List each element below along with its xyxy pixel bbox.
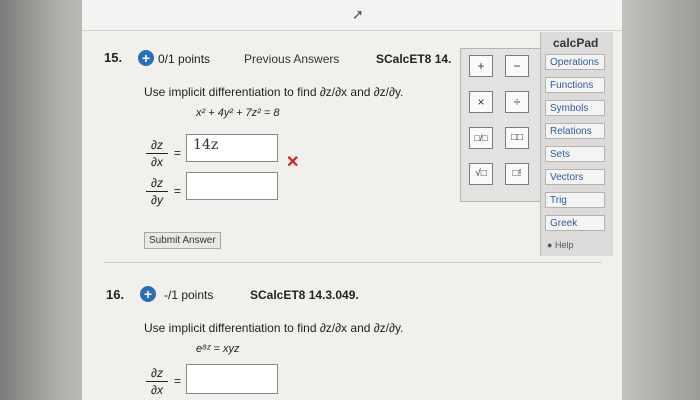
calcpad-relations[interactable]: Relations <box>545 123 605 139</box>
equals-sign: = <box>174 184 182 198</box>
divide-button[interactable]: ÷ <box>505 91 529 113</box>
points-label: -/1 points <box>164 288 214 302</box>
calcpad-title: calcPad <box>553 36 599 50</box>
dz-dy-fraction: ∂z ∂y <box>146 176 168 207</box>
equals-sign: = <box>174 374 182 388</box>
instruction-text: Use implicit differentiation to find ∂z/… <box>144 321 404 335</box>
dz-dx-answer-input[interactable]: 14z <box>186 134 278 162</box>
question-number: 16. <box>106 287 125 302</box>
incorrect-x-icon: ✕ <box>286 154 300 171</box>
previous-answers-link[interactable]: Previous Answers <box>244 52 339 66</box>
given-equation: x² + 4y² + 7z² = 8 <box>196 107 280 119</box>
equals-sign: = <box>174 146 182 160</box>
divider <box>82 30 622 31</box>
power-button[interactable]: □□ <box>505 127 529 149</box>
submit-answer-button[interactable]: Submit Answer <box>144 232 221 249</box>
plus-button[interactable]: + <box>469 55 493 77</box>
fraction-numerator: ∂z <box>146 138 168 154</box>
calcpad-functions[interactable]: Functions <box>545 77 605 93</box>
dz-dx-fraction: ∂z ∂x <box>146 366 168 397</box>
calcpad-vectors[interactable]: Vectors <box>545 169 605 185</box>
problem-code: SCalcET8 14.3.049. <box>250 288 359 302</box>
fraction-denominator: ∂x <box>151 383 163 397</box>
fraction-button[interactable]: □/□ <box>469 127 493 149</box>
mouse-cursor-icon: ➚ <box>352 6 364 22</box>
fraction-numerator: ∂z <box>146 366 168 382</box>
times-button[interactable]: × <box>469 91 493 113</box>
factorial-button[interactable]: □! <box>505 163 529 185</box>
dz-dy-answer-input[interactable] <box>186 172 278 200</box>
calcpad-trig[interactable]: Trig <box>545 192 605 208</box>
math-palette: + − × ÷ □/□ □□ √□ □! <box>460 48 546 202</box>
help-label: Help <box>554 240 574 250</box>
fraction-denominator: ∂y <box>151 193 163 207</box>
expand-plus-icon[interactable]: + <box>140 286 156 302</box>
dz-dx-fraction: ∂z ∂x <box>146 138 168 169</box>
fraction-numerator: ∂z <box>146 176 168 192</box>
calcpad-symbols[interactable]: Symbols <box>545 100 605 116</box>
help-icon: ● <box>547 240 553 250</box>
expand-plus-icon[interactable]: + <box>138 50 154 66</box>
points-label: 0/1 points <box>158 52 211 66</box>
calcpad-greek[interactable]: Greek <box>545 215 605 231</box>
calcpad-sets[interactable]: Sets <box>545 146 605 162</box>
instruction-text: Use implicit differentiation to find ∂z/… <box>144 85 404 99</box>
dz-dx-answer-input[interactable] <box>186 364 278 394</box>
sqrt-button[interactable]: √□ <box>469 163 493 185</box>
minus-button[interactable]: − <box>505 55 529 77</box>
given-equation: e⁸ᶻ = xyz <box>196 343 240 355</box>
fraction-denominator: ∂x <box>151 155 163 169</box>
divider <box>104 262 602 263</box>
calcpad-operations[interactable]: Operations <box>545 54 605 70</box>
help-link[interactable]: ● Help <box>547 240 573 250</box>
calcpad-panel: calcPad Operations Functions Symbols Rel… <box>540 32 613 256</box>
problem-code: SCalcET8 14. <box>376 52 452 66</box>
question-number: 15. <box>104 50 123 65</box>
